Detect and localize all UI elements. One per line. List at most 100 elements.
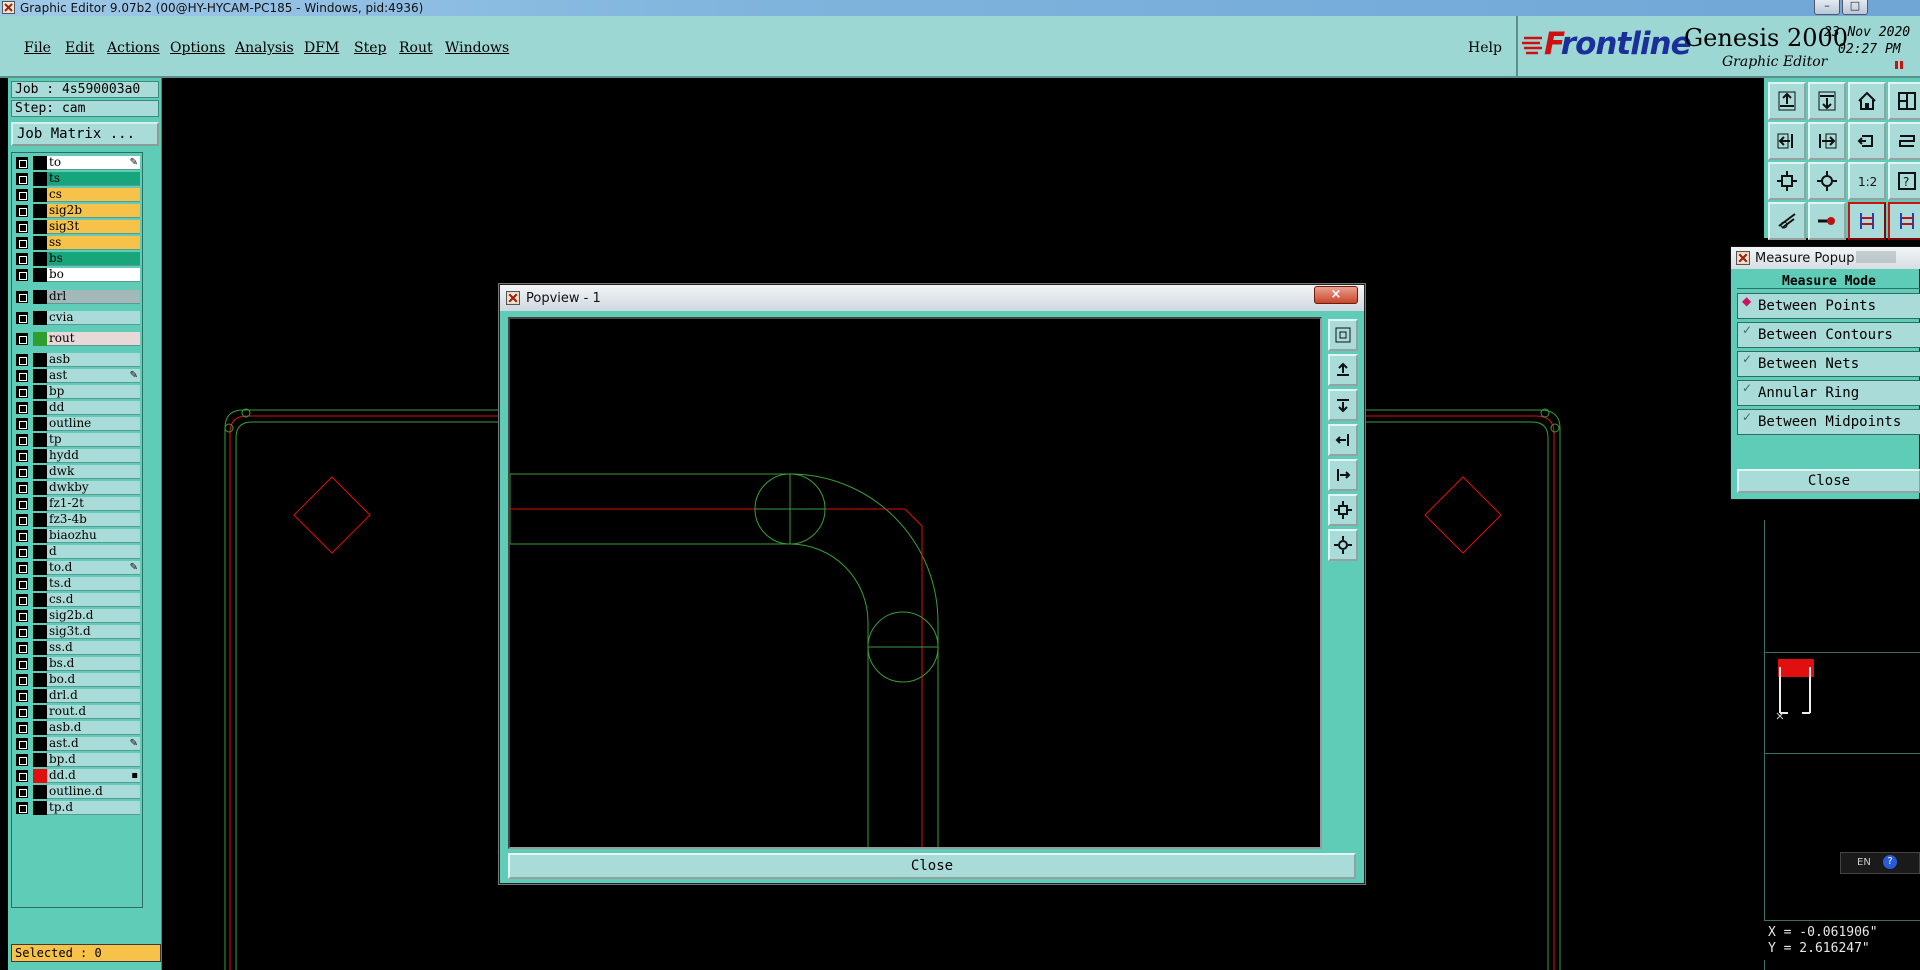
layer-name[interactable]: sig2b xyxy=(47,204,140,218)
layer-name[interactable]: dd.d ▪ xyxy=(47,769,140,783)
layer-color-swatch[interactable] xyxy=(33,204,47,218)
popview-pan-right-button[interactable] xyxy=(1328,459,1358,491)
layer-checkbox[interactable] xyxy=(16,205,28,217)
layer-row-ss.d[interactable]: ss.d xyxy=(16,641,140,655)
layer-name[interactable]: ast ✎ xyxy=(47,369,140,383)
layer-row-asb.d[interactable]: asb.d xyxy=(16,721,140,735)
layer-color-swatch[interactable] xyxy=(33,497,47,511)
layer-color-swatch[interactable] xyxy=(33,236,47,250)
layer-list[interactable]: to ✎ ts cs sig2b sig3t ss bs bo drl cvia rout asb ast… xyxy=(11,152,143,908)
layer-name[interactable]: sig3t xyxy=(47,220,140,234)
layer-color-swatch[interactable] xyxy=(33,785,47,799)
prev-layer-button[interactable] xyxy=(1768,122,1806,160)
layer-checkbox[interactable] xyxy=(16,594,28,606)
next-layer-button[interactable] xyxy=(1808,122,1846,160)
layer-color-swatch[interactable] xyxy=(33,673,47,687)
layer-color-swatch[interactable] xyxy=(33,465,47,479)
layer-checkbox[interactable] xyxy=(16,610,28,622)
undo-zoom-button[interactable] xyxy=(1848,122,1886,160)
layer-color-swatch[interactable] xyxy=(33,353,47,367)
layer-color-swatch[interactable] xyxy=(33,561,47,575)
scale-1-2-button[interactable]: 1:2 xyxy=(1848,162,1886,200)
layer-name[interactable]: ss.d xyxy=(47,641,140,655)
layer-row-asb[interactable]: asb xyxy=(16,353,140,367)
layer-name[interactable]: cvia xyxy=(47,311,140,325)
layer-row-dwkby[interactable]: dwkby xyxy=(16,481,140,495)
layer-row-fz3-4b[interactable]: fz3-4b xyxy=(16,513,140,527)
popview-zoom-box-button[interactable] xyxy=(1328,319,1358,351)
layer-checkbox[interactable] xyxy=(16,354,28,366)
layer-row-drl.d[interactable]: drl.d xyxy=(16,689,140,703)
layer-name[interactable]: dd xyxy=(47,401,140,415)
layer-name[interactable]: bo xyxy=(47,268,140,282)
layer-color-swatch[interactable] xyxy=(33,433,47,447)
layer-row-tp[interactable]: tp xyxy=(16,433,140,447)
layer-name[interactable]: to.d ✎ xyxy=(47,561,140,575)
layer-color-swatch[interactable] xyxy=(33,753,47,767)
layer-color-swatch[interactable] xyxy=(33,401,47,415)
layer-color-swatch[interactable] xyxy=(33,513,47,527)
layer-checkbox[interactable] xyxy=(16,530,28,542)
popview-layer-down-button[interactable] xyxy=(1328,389,1358,421)
help-button[interactable]: ? xyxy=(1888,162,1920,200)
layer-row-bo.d[interactable]: bo.d xyxy=(16,673,140,687)
layer-checkbox[interactable] xyxy=(16,466,28,478)
layer-checkbox[interactable] xyxy=(16,370,28,382)
measure-option-between-contours[interactable]: ✓ Between Contours xyxy=(1737,322,1920,348)
zoom-center-button[interactable] xyxy=(1808,162,1846,200)
layer-name[interactable]: cs.d xyxy=(47,593,140,607)
layer-checkbox[interactable] xyxy=(16,658,28,670)
layer-color-swatch[interactable] xyxy=(33,705,47,719)
layer-row-dd[interactable]: dd xyxy=(16,401,140,415)
layer-row-cs[interactable]: cs xyxy=(16,188,140,202)
layer-row-dwk[interactable]: dwk xyxy=(16,465,140,479)
layer-row-cvia[interactable]: cvia xyxy=(16,311,140,325)
layer-color-swatch[interactable] xyxy=(33,290,47,304)
layer-name[interactable]: d xyxy=(47,545,140,559)
help-icon[interactable]: ? xyxy=(1883,855,1897,869)
snap-button[interactable] xyxy=(1888,122,1920,160)
layer-color-swatch[interactable] xyxy=(33,609,47,623)
layer-row-cs.d[interactable]: cs.d xyxy=(16,593,140,607)
layer-name[interactable]: to ✎ xyxy=(47,156,140,170)
layer-color-swatch[interactable] xyxy=(33,156,47,170)
layer-name[interactable]: bp xyxy=(47,385,140,399)
layer-color-swatch[interactable] xyxy=(33,369,47,383)
layer-checkbox[interactable] xyxy=(16,514,28,526)
popview-zoom-center-button[interactable] xyxy=(1328,529,1358,561)
layer-checkbox[interactable] xyxy=(16,237,28,249)
layer-name[interactable]: bp.d xyxy=(47,753,140,767)
layer-color-swatch[interactable] xyxy=(33,188,47,202)
layer-row-hydd[interactable]: hydd xyxy=(16,449,140,463)
layer-name[interactable]: tp xyxy=(47,433,140,447)
layer-color-swatch[interactable] xyxy=(33,577,47,591)
layer-checkbox[interactable] xyxy=(16,754,28,766)
job-matrix-button[interactable]: Job Matrix ... xyxy=(11,122,159,146)
layer-name[interactable]: dwk xyxy=(47,465,140,479)
layer-color-swatch[interactable] xyxy=(33,332,47,346)
layer-name[interactable]: fz1-2t xyxy=(47,497,140,511)
layer-checkbox[interactable] xyxy=(16,450,28,462)
popview-pan-left-button[interactable] xyxy=(1328,424,1358,456)
layer-name[interactable]: bo.d xyxy=(47,673,140,687)
measure-close-button[interactable]: Close xyxy=(1737,469,1920,493)
layer-color-swatch[interactable] xyxy=(33,801,47,815)
layer-color-swatch[interactable] xyxy=(33,689,47,703)
layer-row-ss[interactable]: ss xyxy=(16,236,140,250)
layer-checkbox[interactable] xyxy=(16,333,28,345)
layer-checkbox[interactable] xyxy=(16,498,28,510)
layer-color-swatch[interactable] xyxy=(33,220,47,234)
layer-up-button[interactable] xyxy=(1768,82,1806,120)
layer-checkbox[interactable] xyxy=(16,189,28,201)
layer-color-swatch[interactable] xyxy=(33,311,47,325)
layer-row-outline.d[interactable]: outline.d xyxy=(16,785,140,799)
layer-checkbox[interactable] xyxy=(16,578,28,590)
layer-checkbox[interactable] xyxy=(16,802,28,814)
popview-layer-up-button[interactable] xyxy=(1328,354,1358,386)
layer-row-tp.d[interactable]: tp.d xyxy=(16,801,140,815)
measure-caliper-button[interactable] xyxy=(1768,202,1806,240)
layer-down-button[interactable] xyxy=(1808,82,1846,120)
layer-color-swatch[interactable] xyxy=(33,769,47,783)
layer-checkbox[interactable] xyxy=(16,173,28,185)
layer-row-rout.d[interactable]: rout.d xyxy=(16,705,140,719)
